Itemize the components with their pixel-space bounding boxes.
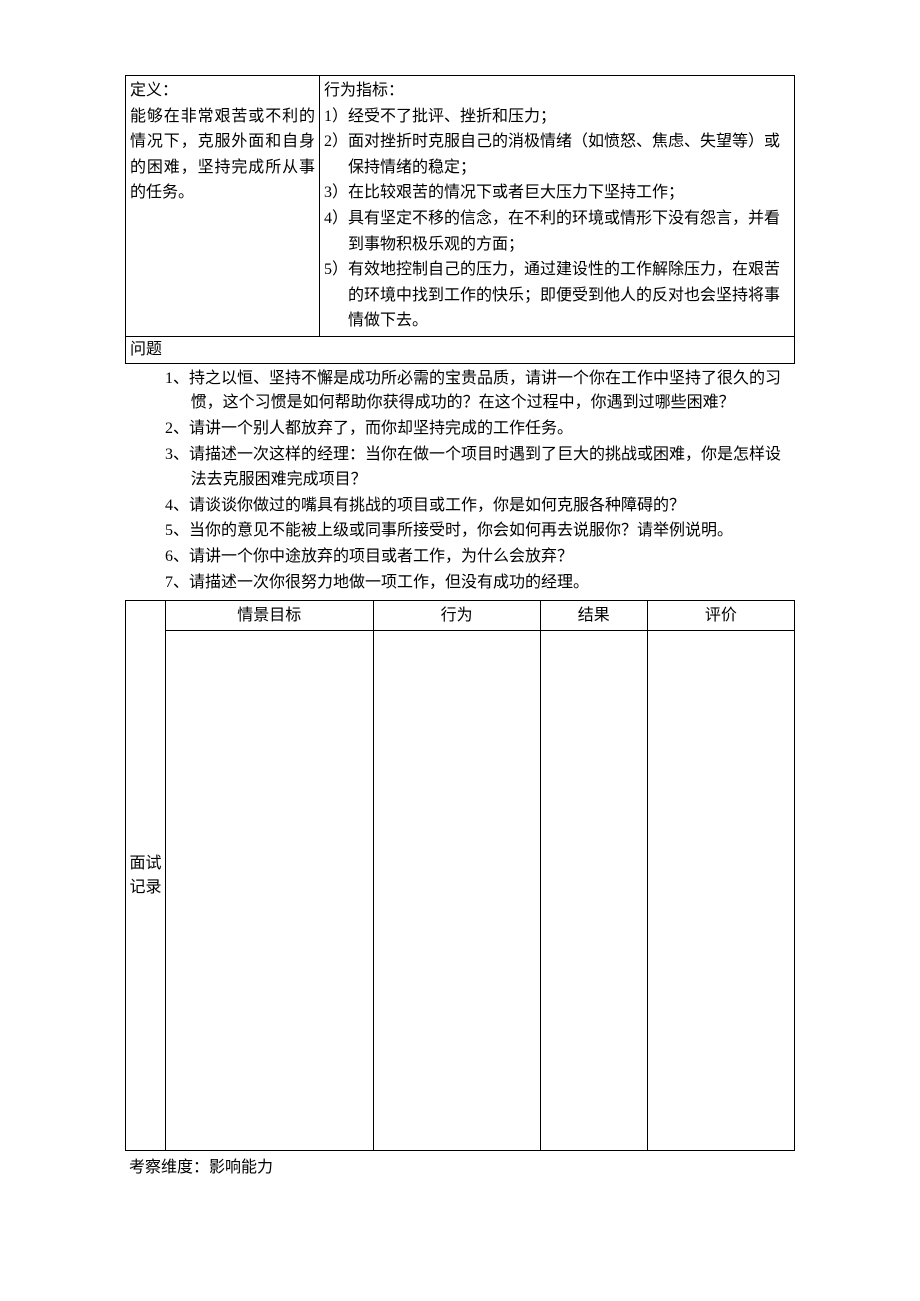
record-label: 面试记录 xyxy=(130,855,162,896)
col-header-behavior: 行为 xyxy=(373,600,540,631)
cell-result xyxy=(540,631,647,1151)
indicator-item: 1）经受不了批评、挫折和压力； xyxy=(324,104,790,130)
indicator-text: 经受不了批评、挫折和压力； xyxy=(348,108,556,125)
questions-list: 1、持之以恒、坚持不懈是成功所必需的宝贵品质，请讲一个你在工作中坚持了很久的习惯… xyxy=(125,364,795,600)
indicator-item: 4）具有坚定不移的信念，在不利的环境或情形下没有怨言，并看到事物积极乐观的方面； xyxy=(324,206,790,257)
indicator-text: 在比较艰苦的情况下或者巨大压力下坚持工作； xyxy=(348,184,684,201)
cell-eval xyxy=(647,631,794,1151)
definition-label: 定义： xyxy=(130,78,315,104)
definition-body: 能够在非常艰苦或不利的情况下，克服外面和自身的困难，坚持完成所从事的任务。 xyxy=(130,104,315,206)
indicator-text: 面对挫折时克服自己的消极情绪（如愤怒、焦虑、失望等）或保持情绪的稳定； xyxy=(348,133,780,176)
question-label: 问题 xyxy=(126,337,166,363)
cell-scene xyxy=(166,631,373,1151)
indicator-text: 有效地控制自己的压力，通过建设性的工作解除压力，在艰苦的环境中找到工作的快乐；即… xyxy=(348,261,780,329)
record-label-cell: 面试记录 xyxy=(126,600,166,1151)
indicator-item: 5）有效地控制自己的压力，通过建设性的工作解除压力，在艰苦的环境中找到工作的快乐… xyxy=(324,257,790,334)
question-item: 2、请讲一个别人都放弃了，而你却坚持完成的工作任务。 xyxy=(165,417,785,442)
dimension-label: 考察维度：影响能力 xyxy=(125,1151,795,1181)
question-item: 6、请讲一个你中途放弃的项目或者工作，为什么会放弃？ xyxy=(165,545,785,570)
interview-record-table: 面试记录 情景目标 行为 结果 评价 xyxy=(125,600,795,1152)
indicator-item: 2）面对挫折时克服自己的消极情绪（如愤怒、焦虑、失望等）或保持情绪的稳定； xyxy=(324,129,790,180)
cell-behavior xyxy=(373,631,540,1151)
indicator-text: 具有坚定不移的信念，在不利的环境或情形下没有怨言，并看到事物积极乐观的方面； xyxy=(348,210,780,253)
question-item: 3、请描述一次这样的经理：当你在做一个项目时遇到了巨大的挑战或困难，你是怎样设法… xyxy=(165,443,785,493)
question-item: 1、持之以恒、坚持不懈是成功所必需的宝贵品质，请讲一个你在工作中坚持了很久的习惯… xyxy=(165,367,785,417)
col-header-scene: 情景目标 xyxy=(166,600,373,631)
indicator-item: 3）在比较艰苦的情况下或者巨大压力下坚持工作； xyxy=(324,180,790,206)
col-header-eval: 评价 xyxy=(647,600,794,631)
question-item: 7、请描述一次你很努力地做一项工作，但没有成功的经理。 xyxy=(165,571,785,596)
definition-table: 定义： 能够在非常艰苦或不利的情况下，克服外面和自身的困难，坚持完成所从事的任务… xyxy=(125,75,795,364)
indicators-label: 行为指标： xyxy=(324,78,790,104)
question-item: 4、请谈谈你做过的嘴具有挑战的项目或工作，你是如何克服各种障碍的？ xyxy=(165,494,785,519)
col-header-result: 结果 xyxy=(540,600,647,631)
question-item: 5、当你的意见不能被上级或同事所接受时，你会如何再去说服你？请举例说明。 xyxy=(165,519,785,544)
